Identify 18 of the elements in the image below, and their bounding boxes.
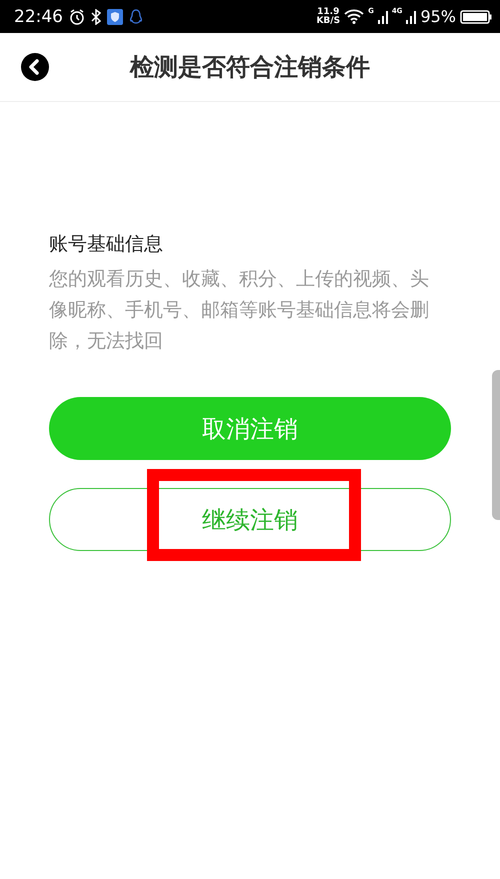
scroll-handle[interactable]: [492, 370, 500, 520]
signal-icon: [406, 9, 416, 24]
battery-icon: [460, 10, 492, 24]
cancel-button[interactable]: 取消注销: [49, 397, 451, 460]
battery-percent: 95%: [420, 7, 456, 26]
section-heading: 账号基础信息: [49, 232, 164, 257]
back-icon[interactable]: [21, 53, 49, 81]
bluetooth-icon: [91, 8, 101, 24]
section-description: 您的观看历史、收藏、积分、上传的视频、头像昵称、手机号、邮箱等账号基础信息将会删除，无法找回: [49, 267, 430, 354]
shield-icon: [107, 8, 123, 24]
signal-icon: [378, 9, 388, 24]
penguin-icon: [129, 8, 143, 24]
alarm-icon: [69, 8, 85, 24]
page-title: 检测是否符合注销条件: [130, 52, 370, 83]
wifi-icon: [344, 9, 364, 24]
clock-time: 22:46: [14, 6, 63, 26]
continue-button[interactable]: 继续注销: [49, 488, 451, 551]
network-speed: 11.9 KB/S: [316, 8, 340, 26]
